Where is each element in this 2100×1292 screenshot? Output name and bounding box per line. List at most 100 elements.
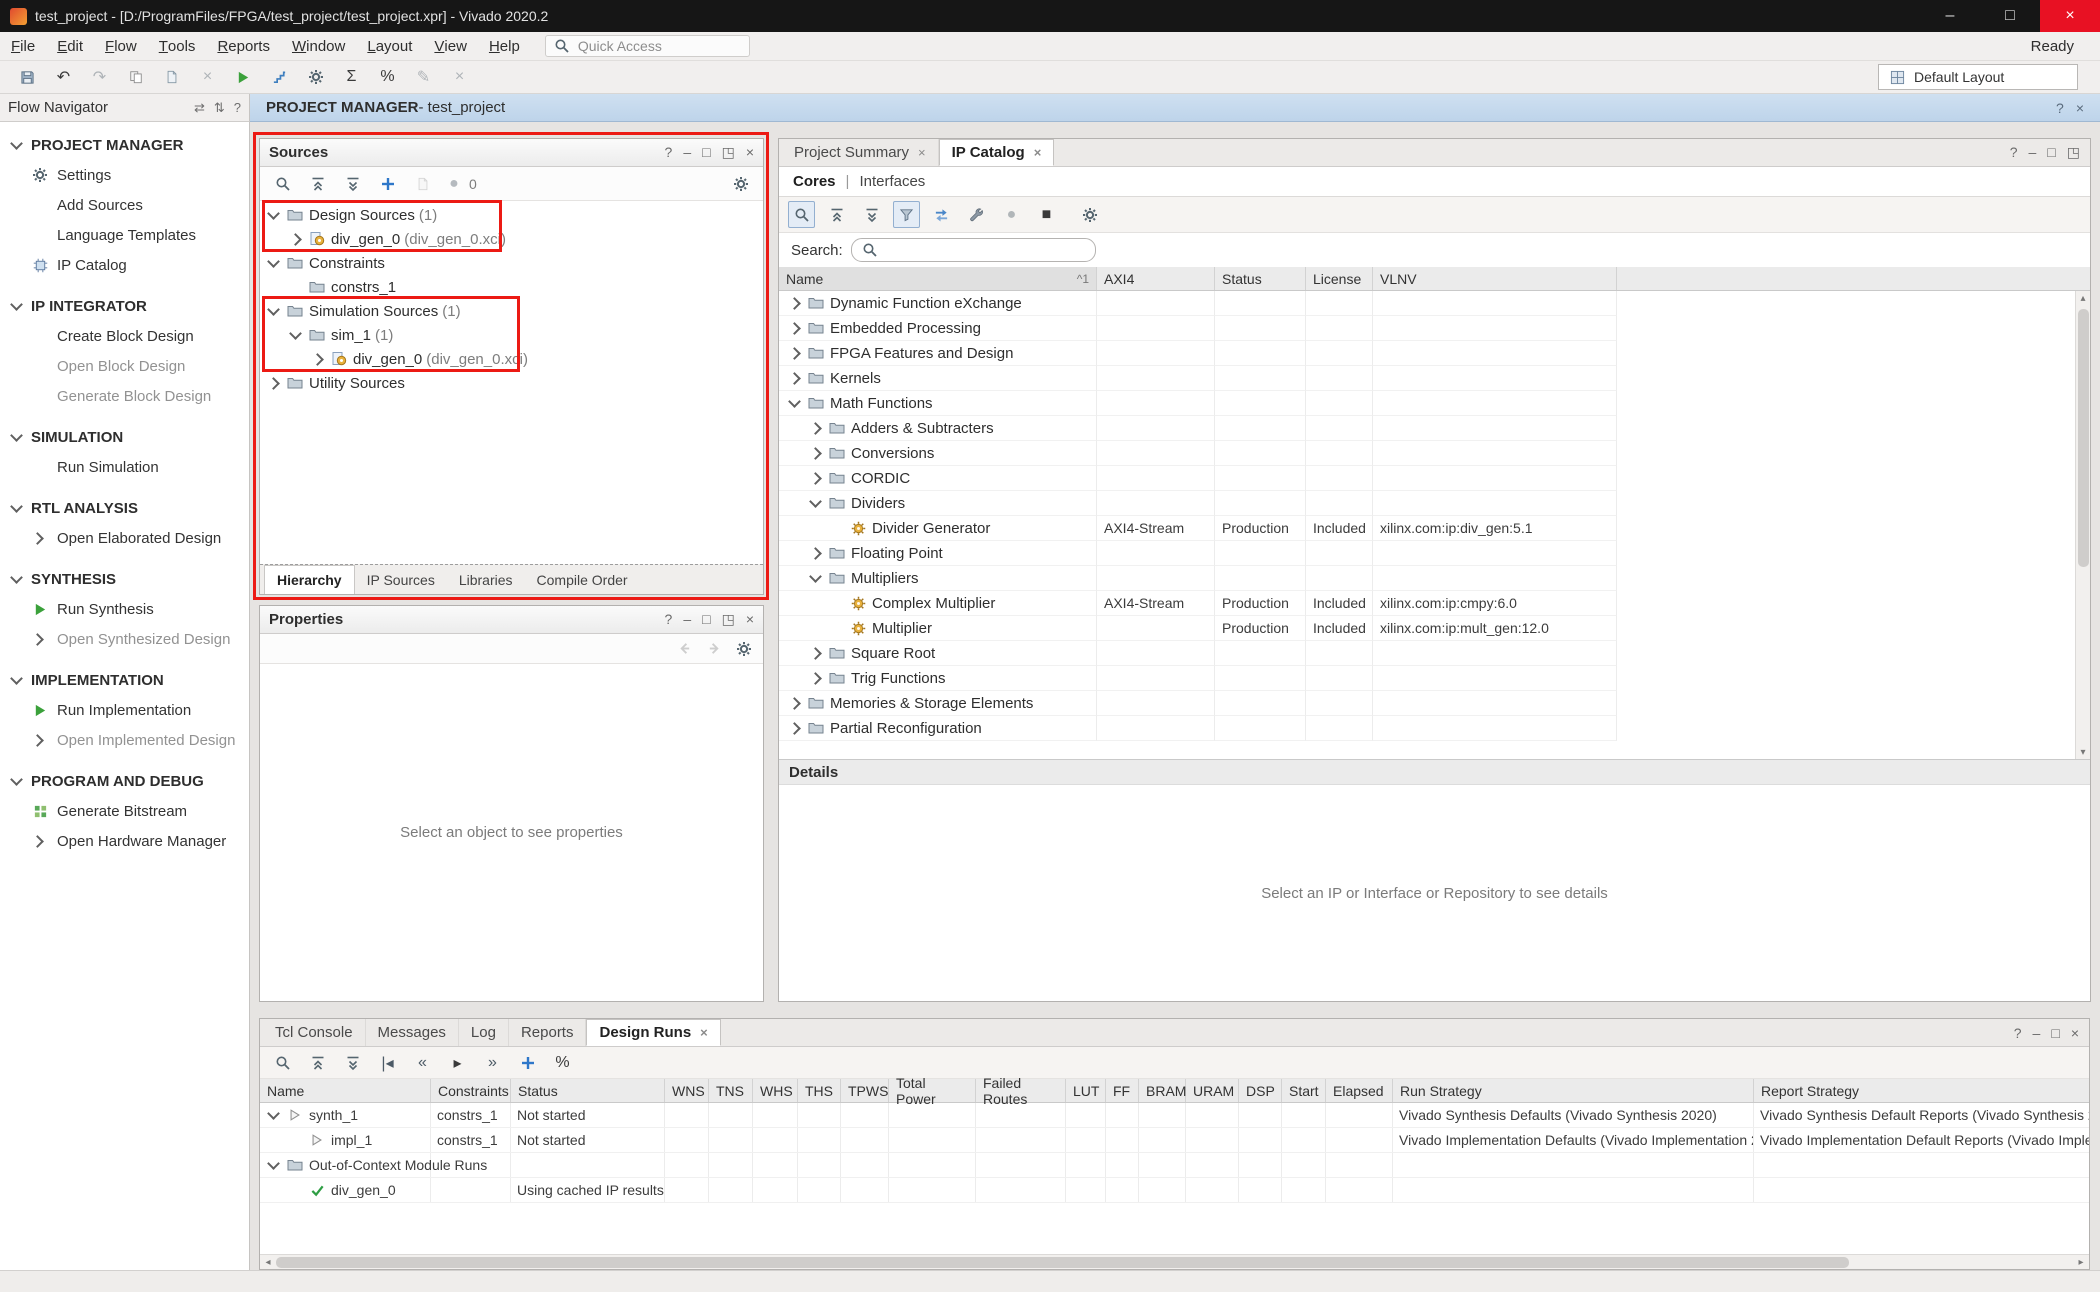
record-button[interactable]: ●: [998, 201, 1025, 228]
ip-row[interactable]: Divider GeneratorAXI4-StreamProductionIn…: [779, 516, 2090, 541]
chevron-down-icon[interactable]: [266, 304, 281, 319]
category-row[interactable]: Kernels: [779, 366, 2090, 391]
column-header-dsp[interactable]: DSP: [1239, 1079, 1282, 1102]
tab-close-icon[interactable]: ×: [700, 1025, 708, 1040]
chevron-down-icon[interactable]: [9, 138, 24, 153]
close-button[interactable]: ×: [446, 64, 473, 91]
column-header-uram[interactable]: URAM: [1186, 1079, 1239, 1102]
sidebar-item-open-block-design[interactable]: Open Block Design: [0, 351, 249, 381]
chevron-down-icon[interactable]: [808, 496, 823, 511]
tab-ip-sources[interactable]: IP Sources: [355, 565, 447, 594]
tab-libraries[interactable]: Libraries: [447, 565, 525, 594]
chevron-right-icon[interactable]: [787, 321, 802, 336]
menu-tools[interactable]: Tools: [148, 32, 207, 61]
tab-ip-catalog[interactable]: IP Catalog×: [939, 139, 1055, 166]
column-header-whs[interactable]: WHS: [753, 1079, 798, 1102]
menu-reports[interactable]: Reports: [206, 32, 281, 61]
chevron-right-icon[interactable]: [310, 352, 325, 367]
category-row[interactable]: Conversions: [779, 441, 2090, 466]
category-row[interactable]: Dynamic Function eXchange: [779, 291, 2090, 316]
column-header-status[interactable]: Status: [1215, 267, 1306, 290]
float-icon[interactable]: ◳: [722, 144, 735, 161]
forward-button[interactable]: »: [479, 1049, 506, 1076]
chevron-right-icon[interactable]: [787, 696, 802, 711]
tab-messages[interactable]: Messages: [366, 1019, 459, 1046]
chevron-right-icon[interactable]: [808, 471, 823, 486]
delete-button[interactable]: ×: [194, 64, 221, 91]
add-button[interactable]: [514, 1049, 541, 1076]
tab-log[interactable]: Log: [459, 1019, 509, 1046]
help-icon[interactable]: ?: [2014, 1025, 2022, 1041]
help-icon[interactable]: ?: [234, 100, 241, 116]
settings-gear-icon[interactable]: [734, 639, 754, 659]
menu-layout[interactable]: Layout: [356, 32, 423, 61]
column-header-ff[interactable]: FF: [1106, 1079, 1139, 1102]
chevron-down-icon[interactable]: [808, 571, 823, 586]
chevron-right-icon[interactable]: [30, 834, 45, 849]
chevron-down-icon[interactable]: [266, 208, 281, 223]
play-button[interactable]: ▸: [444, 1049, 471, 1076]
chevron-down-icon[interactable]: [266, 1158, 281, 1173]
column-header-axi4[interactable]: AXI4: [1097, 267, 1215, 290]
run-button[interactable]: [230, 64, 257, 91]
collapse-button[interactable]: [304, 170, 331, 197]
swap-icon[interactable]: ⇄: [194, 100, 205, 116]
minimize-icon[interactable]: –: [683, 144, 691, 161]
search-button[interactable]: [269, 170, 296, 197]
column-header-name[interactable]: Name^1: [779, 267, 1097, 290]
column-header-total-power[interactable]: Total Power: [889, 1079, 976, 1102]
sidebar-item-settings[interactable]: Settings: [0, 160, 249, 190]
chevron-right-icon[interactable]: [30, 733, 45, 748]
chevron-right-icon[interactable]: [808, 546, 823, 561]
sidebar-item-run-implementation[interactable]: Run Implementation: [0, 695, 249, 725]
column-header-start[interactable]: Start: [1282, 1079, 1326, 1102]
quick-access-search[interactable]: Quick Access: [545, 35, 750, 57]
column-header-tpws[interactable]: TPWS: [841, 1079, 889, 1102]
chevron-right-icon[interactable]: [808, 421, 823, 436]
chevron-down-icon[interactable]: [288, 328, 303, 343]
subtab-interfaces[interactable]: Interfaces: [859, 173, 925, 190]
catalog-search-input[interactable]: [851, 238, 1096, 262]
chevron-right-icon[interactable]: [808, 671, 823, 686]
run-row[interactable]: synth_1constrs_1Not startedVivado Synthe…: [260, 1103, 2089, 1128]
percent-button[interactable]: %: [374, 64, 401, 91]
chevron-down-icon[interactable]: [266, 256, 281, 271]
category-row[interactable]: Memories & Storage Elements: [779, 691, 2090, 716]
run-row[interactable]: div_gen_0Using cached IP results: [260, 1178, 2089, 1203]
add-ip-button[interactable]: [928, 201, 955, 228]
minimize-icon[interactable]: –: [683, 611, 691, 628]
chevron-right-icon[interactable]: [266, 376, 281, 391]
source-tree-item[interactable]: Utility Sources: [260, 371, 763, 395]
scroll-left-icon[interactable]: ◂: [260, 1257, 276, 1268]
tab-reports[interactable]: Reports: [509, 1019, 587, 1046]
run-row[interactable]: Out-of-Context Module Runs: [260, 1153, 2089, 1178]
category-row[interactable]: Embedded Processing: [779, 316, 2090, 341]
column-header-bram[interactable]: BRAM: [1139, 1079, 1186, 1102]
settings-button[interactable]: [727, 170, 754, 197]
run-row[interactable]: impl_1constrs_1Not startedVivado Impleme…: [260, 1128, 2089, 1153]
chevron-right-icon[interactable]: [787, 346, 802, 361]
source-tree-item[interactable]: Design Sources (1): [260, 203, 763, 227]
save-button[interactable]: [14, 64, 41, 91]
sidebar-item-run-synthesis[interactable]: Run Synthesis: [0, 594, 249, 624]
column-header-wns[interactable]: WNS: [665, 1079, 709, 1102]
flow-section-ip-integrator[interactable]: IP INTEGRATOR: [0, 291, 249, 321]
collapse-button[interactable]: [823, 201, 850, 228]
customize-button[interactable]: [963, 201, 990, 228]
back-button[interactable]: «: [409, 1049, 436, 1076]
column-header-tns[interactable]: TNS: [709, 1079, 753, 1102]
source-tree-item[interactable]: sim_1 (1): [260, 323, 763, 347]
chevron-down-icon[interactable]: [9, 430, 24, 445]
tab-close-icon[interactable]: ×: [1034, 145, 1042, 160]
chevron-down-icon[interactable]: [9, 673, 24, 688]
scrollbar-thumb[interactable]: [276, 1257, 1849, 1268]
sidebar-item-add-sources[interactable]: Add Sources: [0, 190, 249, 220]
settings-button[interactable]: [302, 64, 329, 91]
layout-selector[interactable]: Default Layout: [1878, 64, 2078, 90]
category-row[interactable]: Dividers: [779, 491, 2090, 516]
chevron-right-icon[interactable]: [808, 646, 823, 661]
sidebar-item-open-implemented-design[interactable]: Open Implemented Design: [0, 725, 249, 755]
redo-button[interactable]: ↷: [86, 64, 113, 91]
file-button[interactable]: [409, 170, 436, 197]
help-icon[interactable]: ?: [665, 144, 673, 161]
